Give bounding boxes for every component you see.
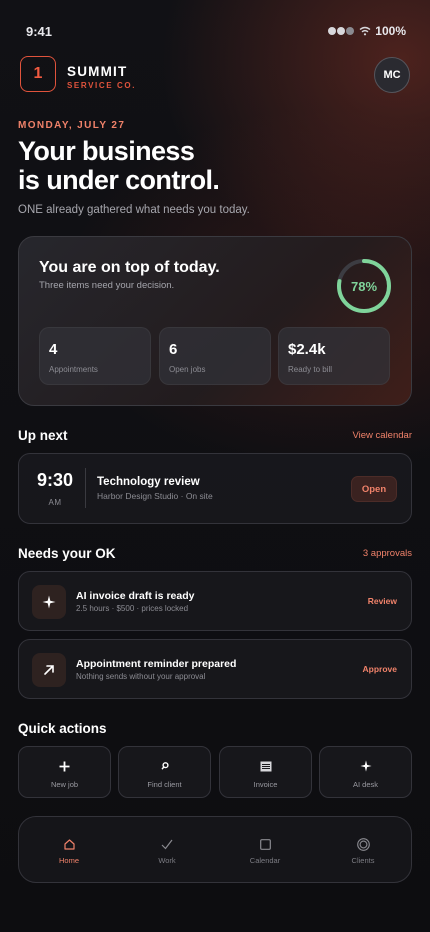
status-indicators: 100% xyxy=(328,24,406,38)
stat-value: 4 xyxy=(49,341,58,358)
invoice-icon xyxy=(220,759,311,773)
approval-title: AI invoice draft is ready xyxy=(76,590,195,602)
summary-card: You are on top of today. Three items nee… xyxy=(18,236,412,406)
summary-subtitle: Three items need your decision. xyxy=(39,280,175,291)
progress-percent: 78% xyxy=(350,278,378,294)
approval-item[interactable]: AI invoice draft is ready 2.5 hours · $5… xyxy=(18,571,412,631)
wifi-icon xyxy=(359,26,371,36)
appointment-subtitle: Harbor Design Studio · On site xyxy=(97,491,213,501)
open-button[interactable]: Open xyxy=(351,476,397,502)
sparkle-icon xyxy=(32,585,66,619)
nav-item-work[interactable]: Work xyxy=(131,837,203,867)
nav-item-home[interactable]: Home xyxy=(33,837,105,867)
battery-label: 100% xyxy=(375,24,406,38)
divider xyxy=(85,468,86,508)
up-next-card[interactable]: 9:30 AM Technology review Harbor Design … xyxy=(18,453,412,524)
brand-subtitle: SERVICE CO. xyxy=(67,81,137,90)
nav-label: Work xyxy=(158,856,176,865)
stat-open-jobs[interactable]: 6 Open jobs xyxy=(159,327,271,385)
stat-value: $2.4k xyxy=(288,341,326,358)
stat-ready-to-bill[interactable]: $2.4k Ready to bill xyxy=(278,327,390,385)
quick-action-find-client[interactable]: Find client xyxy=(118,746,211,798)
quick-action-new-job[interactable]: New job xyxy=(18,746,111,798)
approvals-count-link[interactable]: 3 approvals xyxy=(363,548,412,559)
bottom-nav: Home Work Calendar Clients xyxy=(18,816,412,883)
avatar[interactable]: MC xyxy=(374,57,410,93)
quick-action-label: Invoice xyxy=(253,780,278,789)
approval-subtitle: 2.5 hours · $500 · prices locked xyxy=(76,604,189,613)
plus-icon xyxy=(19,759,110,773)
quick-action-label: New job xyxy=(50,780,79,789)
appointment-title: Technology review xyxy=(97,476,200,488)
page-subtitle: ONE already gathered what needs you toda… xyxy=(18,204,250,216)
headline-line-2: is under control. xyxy=(18,165,220,195)
headline-line-1: Your business xyxy=(18,136,195,166)
quick-action-label: AI desk xyxy=(352,780,378,789)
nav-label: Clients xyxy=(351,856,375,865)
review-button[interactable]: Review xyxy=(368,596,397,606)
check-icon xyxy=(131,837,203,851)
brand-block: SUMMIT SERVICE CO. xyxy=(67,64,136,90)
stat-appointments[interactable]: 4 Appointments xyxy=(39,327,151,385)
stat-label: Ready to bill xyxy=(288,365,333,374)
quick-action-label: Find client xyxy=(147,780,182,789)
arrow-up-right-icon xyxy=(32,653,66,687)
quick-action-ai-desk[interactable]: AI desk xyxy=(319,746,412,798)
nav-item-calendar[interactable]: Calendar xyxy=(229,837,301,867)
approval-item[interactable]: Appointment reminder prepared Nothing se… xyxy=(18,639,412,699)
stat-label: Open jobs xyxy=(169,365,206,374)
page-title: Your business is under control. xyxy=(18,136,220,195)
summary-title: You are on top of today. xyxy=(39,259,220,276)
appointment-time: 9:30 xyxy=(36,470,74,490)
section-title-up-next: Up next xyxy=(18,428,68,443)
square-icon xyxy=(229,837,301,851)
stat-value: 6 xyxy=(169,341,178,358)
stat-label: Appointments xyxy=(49,365,98,374)
quick-action-invoice[interactable]: Invoice xyxy=(219,746,312,798)
nav-label: Home xyxy=(58,856,79,865)
section-title-needs-ok: Needs your OK xyxy=(18,546,116,561)
section-title-quick-actions: Quick actions xyxy=(18,721,107,736)
appointment-ampm: AM xyxy=(48,498,62,507)
signal-icon xyxy=(328,24,355,38)
nav-label: Calendar xyxy=(249,856,281,865)
date-label: MONDAY, JULY 27 xyxy=(18,120,126,131)
sparkle-icon xyxy=(320,759,411,773)
home-icon xyxy=(33,837,105,851)
search-icon xyxy=(119,759,210,773)
clients-icon xyxy=(327,837,399,851)
brand-name: SUMMIT xyxy=(67,64,128,79)
nav-item-clients[interactable]: Clients xyxy=(327,837,399,867)
view-calendar-link[interactable]: View calendar xyxy=(352,430,412,441)
approval-title: Appointment reminder prepared xyxy=(76,658,237,670)
approve-button[interactable]: Approve xyxy=(363,664,397,674)
approval-subtitle: Nothing sends without your approval xyxy=(76,672,206,681)
brand-logo: 1 xyxy=(20,56,56,92)
status-time: 9:41 xyxy=(26,24,53,39)
